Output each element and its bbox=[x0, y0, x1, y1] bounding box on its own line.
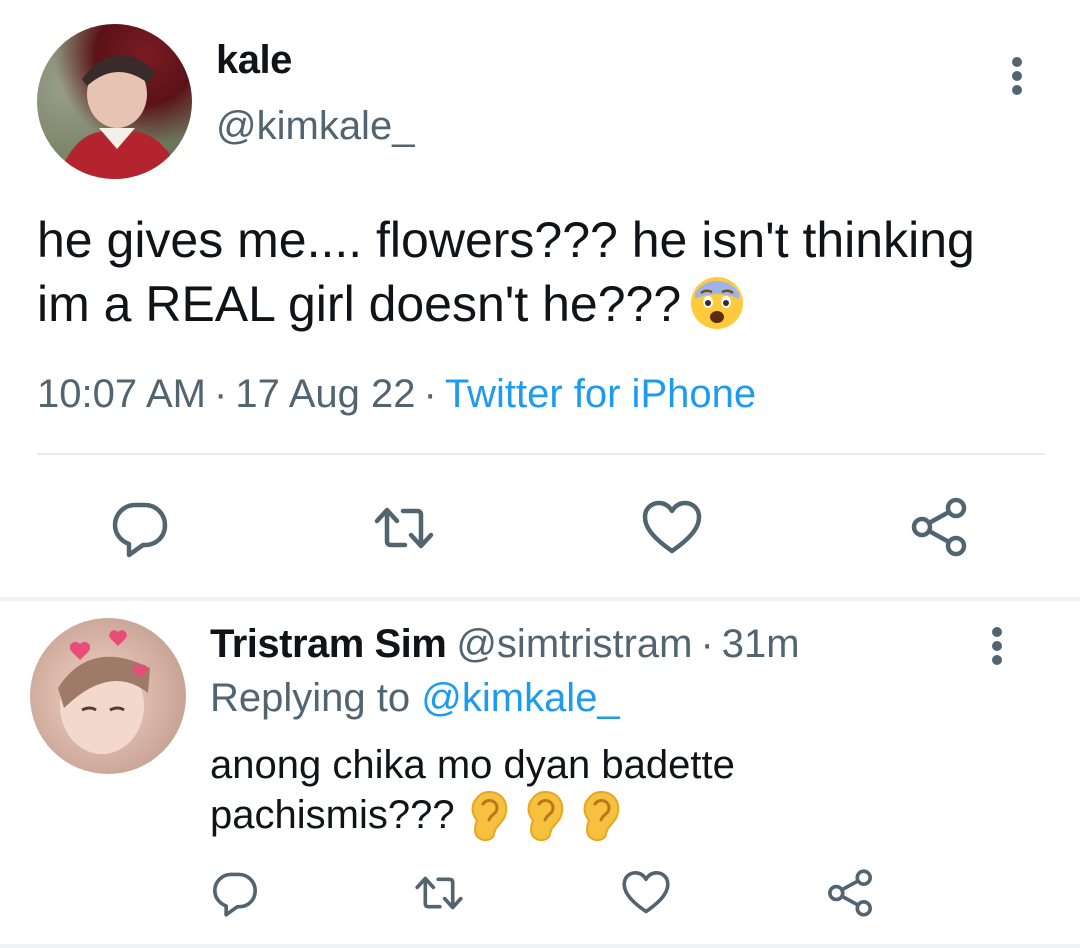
replying-to-handle[interactable]: @kimkale_ bbox=[421, 676, 619, 720]
author-avatar[interactable] bbox=[37, 24, 192, 179]
retweet-icon[interactable] bbox=[414, 868, 464, 918]
reply-icon[interactable] bbox=[109, 497, 171, 559]
reply-text-line: pachismis??? bbox=[210, 790, 970, 842]
share-icon[interactable] bbox=[825, 868, 875, 918]
meta-separator: · bbox=[214, 372, 228, 416]
divider bbox=[37, 453, 1045, 455]
meta-separator: · bbox=[423, 372, 437, 416]
more-dots-icon[interactable] bbox=[985, 625, 1009, 667]
section-divider bbox=[0, 597, 1080, 601]
like-icon[interactable] bbox=[641, 497, 703, 559]
reply-author-avatar[interactable] bbox=[30, 618, 186, 774]
tweet-text: he gives me.... flowers??? he isn't thin… bbox=[37, 208, 1047, 336]
reply-text: anong chika mo dyan badette pachismis??? bbox=[210, 740, 970, 842]
like-icon[interactable] bbox=[621, 868, 671, 918]
reply-separator: · bbox=[700, 622, 714, 666]
replying-to: Replying to @kimkale_ bbox=[210, 676, 620, 721]
share-icon[interactable] bbox=[908, 496, 970, 558]
ear-emoji bbox=[523, 790, 567, 842]
reply-handle[interactable]: @simtristram bbox=[456, 622, 692, 666]
more-dots-icon[interactable] bbox=[1003, 55, 1031, 97]
author-display-name[interactable]: kale bbox=[216, 38, 292, 83]
reply-icon[interactable] bbox=[210, 868, 260, 918]
reply-text-line: anong chika mo dyan badette bbox=[210, 743, 735, 787]
section-divider bbox=[0, 944, 1080, 948]
replying-prefix: Replying to bbox=[210, 676, 411, 720]
reply-text-line-2: pachismis??? bbox=[210, 793, 455, 837]
tweet-time[interactable]: 10:07 AM bbox=[37, 372, 206, 416]
author-handle[interactable]: @kimkale_ bbox=[216, 104, 414, 149]
tweet-source-link[interactable]: Twitter for iPhone bbox=[445, 372, 756, 416]
ear-emoji bbox=[579, 790, 623, 842]
ear-emoji bbox=[467, 790, 511, 842]
tweet-text-line: im a REAL girl doesn't he??? bbox=[37, 272, 1047, 336]
tweet-meta: 10:07 AM · 17 Aug 22 · Twitter for iPhone bbox=[37, 372, 756, 417]
reply-header: Tristram Sim @simtristram · 31m bbox=[210, 622, 800, 667]
reply-age[interactable]: 31m bbox=[722, 622, 800, 666]
retweet-icon[interactable] bbox=[373, 497, 435, 559]
tweet-text-line-2: im a REAL girl doesn't he??? bbox=[37, 276, 682, 332]
tweet-text-line: he gives me.... flowers??? he isn't thin… bbox=[37, 212, 975, 268]
anxious-face-emoji bbox=[689, 275, 745, 331]
tweet-date[interactable]: 17 Aug 22 bbox=[235, 372, 415, 416]
reply-display-name[interactable]: Tristram Sim bbox=[210, 622, 447, 666]
